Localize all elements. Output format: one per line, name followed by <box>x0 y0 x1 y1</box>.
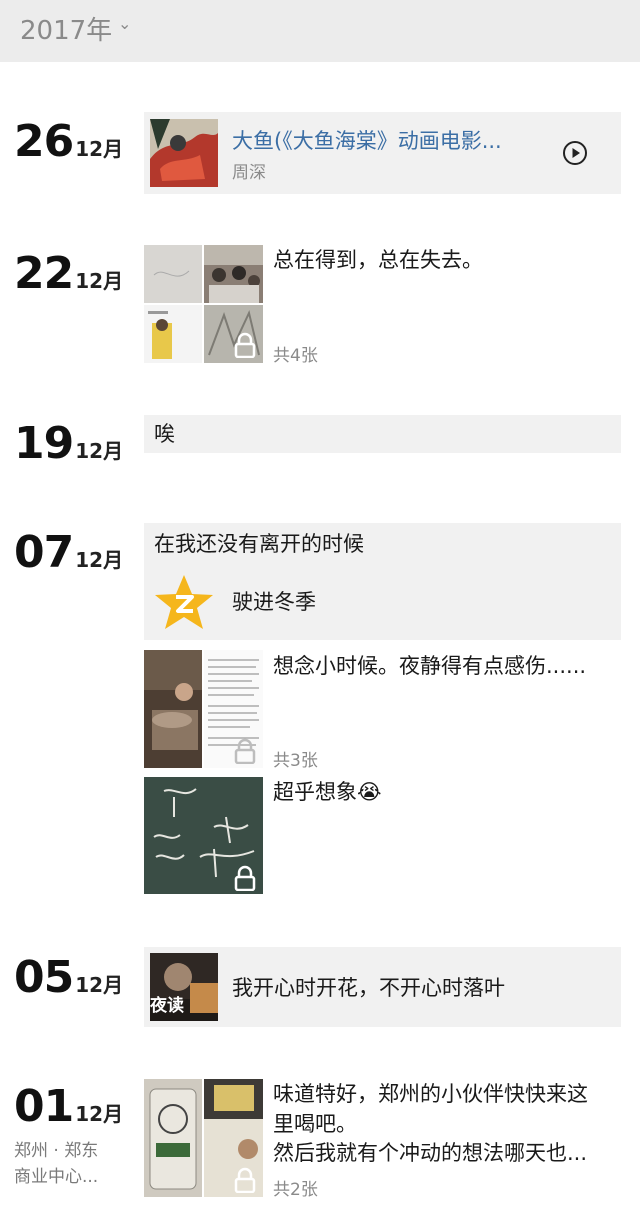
photo-thumbnail[interactable] <box>144 245 202 303</box>
music-title: 大鱼(《大鱼海棠》动画电影... <box>232 129 502 153</box>
post-text[interactable]: 想念小时候。夜静得有点感伤...... <box>273 650 586 682</box>
lock-icon <box>232 738 258 765</box>
year-selector-bar[interactable]: 2017年 ⌄ <box>0 0 640 62</box>
photo-grid[interactable] <box>144 1079 263 1197</box>
music-share-card[interactable]: 大鱼(《大鱼海棠》动画电影... 周深 <box>144 112 621 194</box>
date-month: 12月 <box>75 137 124 161</box>
share-text: 我开心时开花，不开心时落叶 <box>232 976 505 1000</box>
date-month: 12月 <box>75 269 124 293</box>
share-text: 在我还没有离开的时候 <box>154 532 364 556</box>
date-day: 26 <box>14 116 74 167</box>
date-month: 12月 <box>75 439 124 463</box>
date-day: 22 <box>14 248 74 299</box>
album-cover-thumbnail <box>150 119 218 187</box>
text-post-card[interactable]: 唉 <box>144 415 621 453</box>
post-text-line[interactable]: 然后我就有个冲动的想法哪天也... <box>273 1137 587 1169</box>
date-month: 12月 <box>75 973 124 997</box>
entry-date: 01 12月 <box>14 1081 123 1132</box>
lock-icon <box>232 332 258 359</box>
link-share-card[interactable]: 夜读 我开心时开花，不开心时落叶 <box>144 947 621 1027</box>
photo-count: 共4张 <box>273 346 318 366</box>
entry-date: 07 12月 <box>14 527 123 578</box>
entry-date: 19 12月 <box>14 418 123 469</box>
post-text[interactable]: 超乎想象😭 <box>273 776 382 808</box>
lock-icon <box>232 1167 258 1194</box>
photo-thumbnail[interactable] <box>204 650 263 768</box>
location-line[interactable]: 郑州 · 郑东 <box>14 1138 98 1164</box>
entry-date: 22 12月 <box>14 248 123 299</box>
photo-thumbnail[interactable] <box>144 1079 202 1197</box>
entry-date: 26 12月 <box>14 116 123 167</box>
location-line[interactable]: 商业中心... <box>14 1164 98 1190</box>
date-day: 05 <box>14 952 74 1003</box>
photo-count: 共2张 <box>273 1180 318 1200</box>
post-text[interactable]: 总在得到，总在失去。 <box>273 244 483 276</box>
post-text-line[interactable]: 味道特好，郑州的小伙伴快快来这 <box>273 1078 588 1110</box>
chevron-down-icon[interactable]: ⌄ <box>118 14 131 33</box>
photo-grid[interactable] <box>144 245 263 363</box>
date-day: 01 <box>14 1081 74 1132</box>
photo-thumbnail[interactable] <box>144 650 202 768</box>
photo-thumbnail[interactable] <box>144 305 202 363</box>
photo-thumbnail[interactable] <box>204 245 263 303</box>
play-icon[interactable] <box>563 141 587 165</box>
photo-thumbnail[interactable] <box>204 305 263 363</box>
date-month: 12月 <box>75 1102 124 1126</box>
post-text: 唉 <box>154 422 175 446</box>
thumbnail-label: 夜读 <box>150 996 184 1016</box>
link-share-card[interactable]: 在我还没有离开的时候 驶进冬季 <box>144 523 621 640</box>
qzone-star-icon <box>150 569 218 637</box>
date-day: 07 <box>14 527 74 578</box>
article-thumbnail: 夜读 <box>150 953 218 1021</box>
post-text-line[interactable]: 里喝吧。 <box>273 1108 357 1140</box>
share-link-title: 驶进冬季 <box>232 590 316 614</box>
photo-count: 共3张 <box>273 751 318 771</box>
year-label[interactable]: 2017年 <box>20 10 112 47</box>
photo-thumbnail[interactable] <box>144 777 263 894</box>
photo-grid[interactable] <box>144 650 263 768</box>
entry-date: 05 12月 <box>14 952 123 1003</box>
music-artist: 周深 <box>232 163 266 183</box>
photo-thumbnail[interactable] <box>204 1079 263 1197</box>
lock-icon <box>232 865 258 892</box>
date-day: 19 <box>14 418 74 469</box>
date-month: 12月 <box>75 548 124 572</box>
